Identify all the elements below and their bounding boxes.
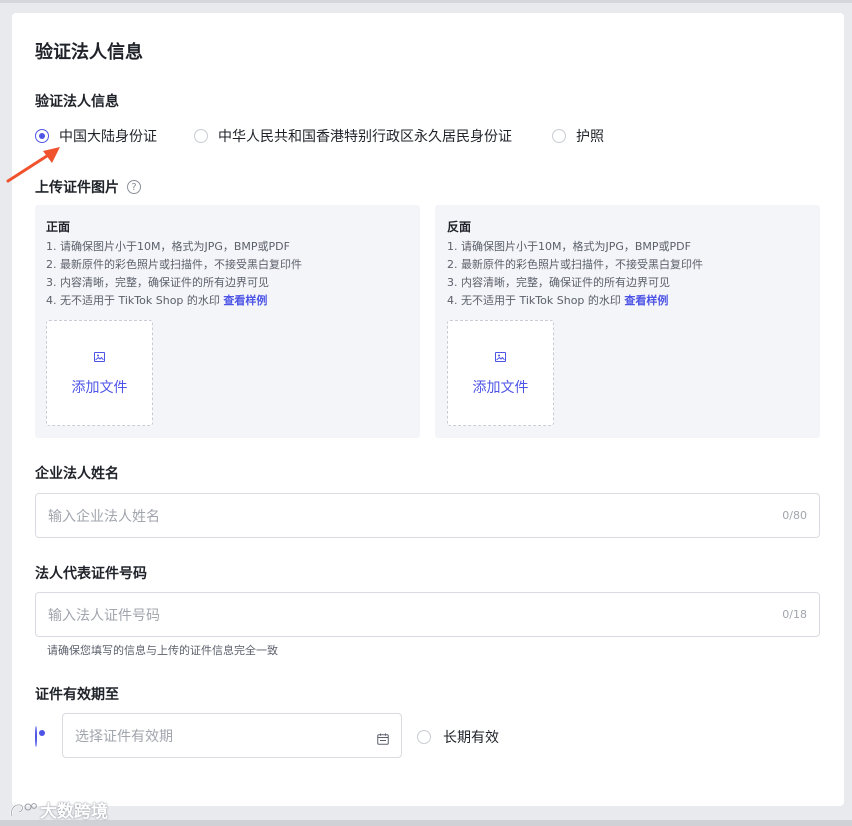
page-title: 验证法人信息 — [35, 42, 143, 63]
rule-item: 2. 最新原件的彩色照片或扫描件，不接受黑白复印件 — [46, 258, 302, 271]
image-icon — [495, 352, 506, 362]
rule-item-watermark: 4. 无不适用于 TikTok Shop 的水印 查看样例 — [46, 292, 267, 310]
radio-unchecked-icon[interactable] — [194, 129, 208, 143]
rule-item: 3. 内容清晰，完整，确保证件的所有边界可见 — [46, 276, 269, 289]
panel-title-front: 正面 — [46, 220, 71, 234]
char-counter: 0/18 — [782, 608, 807, 621]
id-number-placeholder: 输入法人证件号码 — [48, 608, 160, 624]
upload-panel-front: 正面 1. 请确保图片小于10M，格式为JPG，BMP或PDF 2. 最新原件的… — [35, 205, 420, 438]
add-file-back-button[interactable]: 添加文件 — [447, 320, 554, 426]
id-number-label: 法人代表证件号码 — [35, 566, 147, 582]
add-file-label: 添加文件 — [71, 380, 128, 396]
window-top-edge — [0, 0, 852, 3]
radio-date-checked-icon[interactable] — [35, 726, 37, 747]
rule-item: 2. 最新原件的彩色照片或扫描件，不接受黑白复印件 — [447, 258, 703, 271]
question-circle-icon[interactable]: ? — [127, 180, 141, 194]
window-bottom-edge — [0, 820, 852, 826]
radio-unchecked-icon[interactable] — [552, 129, 566, 143]
long-term-label: 长期有效 — [443, 730, 499, 746]
add-file-front-button[interactable]: 添加文件 — [46, 320, 153, 426]
rule-item: 4. 无不适用于 TikTok Shop 的水印 — [447, 294, 621, 307]
image-icon — [94, 352, 105, 362]
calendar-icon — [377, 730, 389, 749]
radio-option-long-term[interactable]: 长期有效 — [417, 727, 499, 747]
watermark-logo-icon — [10, 802, 37, 816]
view-example-link[interactable]: 查看样例 — [223, 294, 267, 307]
legal-name-placeholder: 输入企业法人姓名 — [48, 509, 160, 525]
legal-name-input[interactable]: 输入企业法人姓名 0/80 — [35, 493, 820, 538]
radio-option-passport[interactable]: 护照 — [552, 126, 604, 146]
radio-label-passport: 护照 — [576, 129, 604, 145]
add-file-label: 添加文件 — [472, 380, 529, 396]
upload-header: 上传证件图片 ? — [35, 177, 141, 197]
rule-item: 3. 内容清晰，完整，确保证件的所有边界可见 — [447, 276, 670, 289]
upload-panel-back: 反面 1. 请确保图片小于10M，格式为JPG，BMP或PDF 2. 最新原件的… — [435, 205, 820, 438]
radio-option-hk-id[interactable]: 中华人民共和国香港特别行政区永久居民身份证 — [194, 126, 512, 146]
verify-legal-person-card: 验证法人信息 验证法人信息 中国大陆身份证 中华人民共和国香港特别行政区永久居民… — [6, 13, 844, 806]
watermark-text: 大数跨境 — [40, 802, 108, 822]
legal-name-label: 企业法人姓名 — [35, 466, 119, 482]
validity-date-picker[interactable]: 选择证件有效期 — [62, 713, 402, 758]
rule-item-watermark: 4. 无不适用于 TikTok Shop 的水印 查看样例 — [447, 292, 668, 310]
char-counter: 0/80 — [782, 509, 807, 522]
panel-title-back: 反面 — [447, 220, 472, 234]
id-number-input[interactable]: 输入法人证件号码 0/18 — [35, 592, 820, 637]
id-type-label: 验证法人信息 — [35, 94, 119, 110]
validity-label: 证件有效期至 — [35, 687, 119, 703]
validity-date-placeholder: 选择证件有效期 — [75, 729, 173, 745]
rule-item: 1. 请确保图片小于10M，格式为JPG，BMP或PDF — [46, 240, 290, 253]
radio-label-hk-id: 中华人民共和国香港特别行政区永久居民身份证 — [218, 129, 512, 145]
rule-item: 4. 无不适用于 TikTok Shop 的水印 — [46, 294, 220, 307]
watermark: 大数跨境 — [8, 797, 108, 822]
upload-label: 上传证件图片 — [35, 180, 119, 196]
radio-unchecked-icon[interactable] — [417, 730, 431, 744]
id-number-hint: 请确保您填写的信息与上传的证件信息完全一致 — [47, 644, 278, 657]
view-example-link[interactable]: 查看样例 — [624, 294, 668, 307]
rule-item: 1. 请确保图片小于10M，格式为JPG，BMP或PDF — [447, 240, 691, 253]
